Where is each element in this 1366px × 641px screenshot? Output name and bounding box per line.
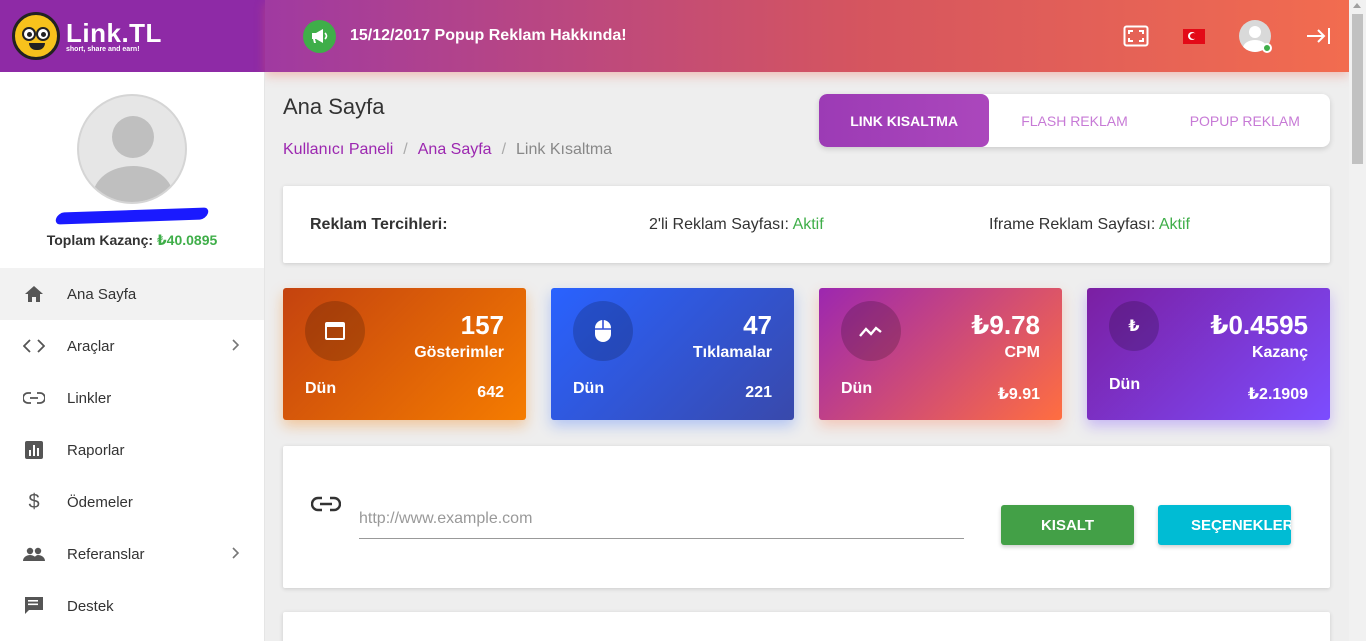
profile-panel: Toplam Kazanç: ₺40.0895 (0, 72, 264, 268)
sidebar-item-referanslar[interactable]: Referanslar (0, 528, 264, 580)
ad-preferences-card: Reklam Tercihleri: 2'li Reklam Sayfası: … (283, 186, 1330, 263)
next-card (283, 612, 1330, 641)
stat-card-impressions: 157 Gösterimler Dün 642 (283, 288, 526, 420)
stat-value: ₺9.78 (971, 310, 1040, 340)
user-avatar[interactable] (1239, 20, 1272, 53)
stat-previous-value: ₺2.1909 (1247, 386, 1308, 403)
breadcrumb-link-kisaltma: Link Kısaltma (516, 141, 613, 158)
chat-icon (22, 596, 46, 616)
online-status-dot (1262, 43, 1272, 53)
options-button[interactable]: SEÇENEKLER (1158, 505, 1291, 545)
tab-popup-reklam[interactable]: POPUP REKLAM (1160, 94, 1330, 147)
sidebar-item-araclar[interactable]: Araçlar (0, 320, 264, 372)
sidebar-item-odemeler[interactable]: $ Ödemeler (0, 476, 264, 528)
sidebar-item-ana-sayfa[interactable]: Ana Sayfa (0, 268, 264, 320)
stat-value: ₺0.4595 (1210, 310, 1308, 340)
breadcrumb-kullanici-paneli[interactable]: Kullanıcı Paneli (283, 141, 393, 158)
sidebar: Toplam Kazanç: ₺40.0895 Ana Sayfa Araçla… (0, 72, 265, 641)
code-icon (22, 339, 46, 353)
total-earnings: Toplam Kazanç: ₺40.0895 (46, 232, 218, 248)
total-earnings-value: ₺40.0895 (156, 232, 218, 248)
brand-name: Link.TL (66, 17, 162, 48)
mouse-icon (573, 301, 633, 361)
chevron-right-icon (232, 546, 240, 563)
window-icon (305, 301, 365, 361)
mascot-logo-icon (12, 12, 60, 60)
stat-label: Tıklamalar (692, 344, 772, 361)
two-ad-page-status: 2'li Reklam Sayfası: Aktif (649, 215, 824, 233)
tab-flash-reklam[interactable]: FLASH REKLAM (989, 94, 1159, 147)
redacted-username (54, 207, 210, 225)
stat-value: 157 (460, 310, 504, 340)
announcement-link[interactable]: 15/12/2017 Popup Reklam Hakkında! (350, 27, 627, 45)
lira-icon: ₺ (1109, 301, 1159, 351)
home-icon (22, 285, 46, 303)
ad-preferences-title: Reklam Tercihleri: (310, 215, 448, 233)
scroll-thumb[interactable] (1352, 14, 1363, 164)
stat-period: Dün (573, 380, 605, 397)
mode-tabs: LINK KISALTMA FLASH REKLAM POPUP REKLAM (819, 94, 1330, 147)
people-icon (22, 547, 46, 561)
logout-icon[interactable] (1305, 27, 1331, 45)
sidebar-item-linkler[interactable]: Linkler (0, 372, 264, 424)
scroll-up-arrow-icon[interactable] (1353, 3, 1361, 8)
stat-card-clicks: 47 Tıklamalar Dün 221 (551, 288, 794, 420)
stat-value: 47 (743, 310, 772, 340)
iframe-ad-page-status: Iframe Reklam Sayfası: Aktif (989, 215, 1190, 233)
profile-avatar[interactable] (77, 94, 187, 204)
page-title: Ana Sayfa (283, 94, 385, 119)
stat-card-cpm: ₺9.78 CPM Dün ₺9.91 (819, 288, 1062, 420)
bar-chart-icon (22, 441, 46, 459)
stat-label: CPM (1004, 344, 1040, 361)
stat-previous-value: 642 (477, 384, 504, 401)
page-scrollbar[interactable] (1349, 0, 1366, 641)
stat-period: Dün (305, 380, 337, 397)
turkey-flag-icon[interactable] (1183, 28, 1205, 44)
sidebar-item-raporlar[interactable]: Raporlar (0, 424, 264, 476)
stat-previous-value: 221 (745, 384, 772, 401)
dollar-icon: $ (28, 490, 40, 513)
trend-icon (841, 301, 901, 361)
shorten-button[interactable]: KISALT (1001, 505, 1134, 545)
stat-label: Kazanç (1251, 344, 1308, 361)
tab-link-kisaltma[interactable]: LINK KISALTMA (819, 94, 990, 147)
stat-period: Dün (1109, 376, 1141, 393)
stat-previous-value: ₺9.91 (997, 386, 1040, 403)
stat-card-earnings: ₺ ₺0.4595 Kazanç Dün ₺2.1909 (1087, 288, 1330, 420)
brand-logo[interactable]: Link.TL short, share and earn! (0, 0, 265, 72)
link-icon (22, 392, 46, 404)
chevron-right-icon (232, 338, 240, 355)
breadcrumb: Kullanıcı Paneli / Ana Sayfa / Link Kısaltma (283, 141, 613, 158)
sidebar-item-destek[interactable]: Destek (0, 580, 264, 632)
stat-label: Gösterimler (414, 344, 504, 361)
breadcrumb-ana-sayfa[interactable]: Ana Sayfa (418, 141, 492, 158)
link-shorten-card: KISALT SEÇENEKLER (283, 446, 1330, 588)
url-input[interactable] (359, 499, 964, 539)
top-bar: 15/12/2017 Popup Reklam Hakkında! (265, 0, 1349, 72)
megaphone-icon[interactable] (303, 19, 336, 53)
stat-period: Dün (841, 380, 873, 397)
fullscreen-icon[interactable] (1123, 25, 1149, 47)
link-icon (310, 496, 342, 517)
